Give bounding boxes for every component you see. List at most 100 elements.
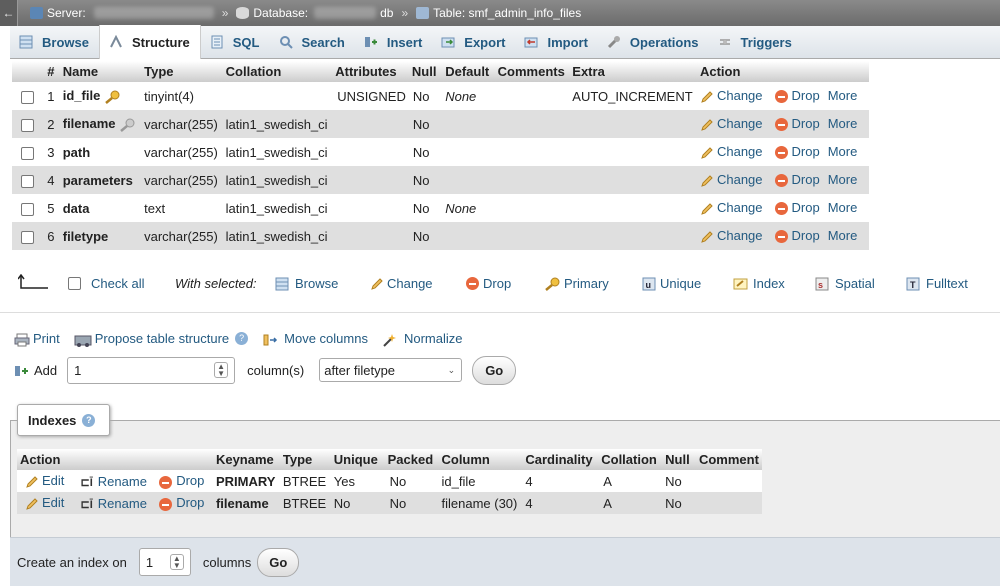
- rename-index-link[interactable]: ⊏Ī Rename: [81, 496, 147, 511]
- create-index-count-input[interactable]: 1 ▲ ▼: [138, 548, 191, 576]
- drop-link[interactable]: Drop: [774, 228, 820, 244]
- row-checkbox[interactable]: [21, 230, 34, 244]
- print-link[interactable]: Print: [14, 331, 60, 347]
- bulk-change-button[interactable]: Change: [370, 275, 433, 291]
- row-checkbox[interactable]: [21, 90, 34, 104]
- structure-tools: Print Propose table structure ? Move col…: [14, 331, 476, 347]
- pencil-icon: [370, 275, 387, 291]
- tab-export[interactable]: Export: [432, 26, 515, 59]
- normalize-link[interactable]: Normalize: [382, 331, 462, 347]
- drop-index-link[interactable]: Drop: [159, 473, 204, 489]
- insert-icon: [363, 34, 379, 50]
- breadcrumb-database[interactable]: Database: db: [236, 6, 393, 20]
- drop-link[interactable]: Drop: [774, 116, 820, 132]
- drop-link[interactable]: Drop: [774, 88, 820, 104]
- more-menu[interactable]: More: [828, 116, 858, 131]
- edit-index-link[interactable]: Edit: [20, 473, 64, 488]
- idx-header-unique: Unique: [330, 449, 385, 470]
- change-link[interactable]: Change: [700, 172, 763, 187]
- bulk-fulltext-button[interactable]: T Fulltext: [906, 275, 968, 291]
- row-checkbox[interactable]: [21, 202, 34, 216]
- svg-text:T: T: [910, 280, 916, 290]
- more-menu[interactable]: More: [828, 88, 858, 103]
- add-position-select[interactable]: after filetype ⌄: [319, 358, 463, 382]
- pencil-icon: [700, 200, 717, 215]
- more-menu[interactable]: More: [828, 200, 858, 215]
- move-columns-link[interactable]: Move columns: [262, 331, 368, 347]
- rename-index-link[interactable]: ⊏Ī Rename: [81, 474, 147, 489]
- drop-index-link[interactable]: Drop: [159, 495, 204, 511]
- help-icon[interactable]: ?: [235, 332, 249, 346]
- more-menu[interactable]: More: [828, 228, 858, 243]
- breadcrumb-table[interactable]: Table: smf_admin_info_files: [416, 6, 581, 20]
- tab-browse[interactable]: Browse: [10, 26, 99, 59]
- check-all-checkbox[interactable]: [68, 276, 81, 290]
- tab-search[interactable]: Search: [270, 26, 355, 59]
- breadcrumb-server[interactable]: Server:: [30, 6, 214, 20]
- more-menu[interactable]: More: [828, 172, 858, 187]
- drop-icon: [159, 475, 173, 489]
- bulk-index-button[interactable]: Index: [733, 275, 785, 291]
- row-checkbox[interactable]: [21, 146, 34, 160]
- create-index-label: Create an index on: [17, 554, 127, 570]
- field-name: path: [59, 138, 142, 166]
- index-null: No: [662, 492, 696, 514]
- field-name: filename: [59, 110, 142, 138]
- bulk-spatial-button[interactable]: s Spatial: [815, 275, 875, 291]
- triggers-icon: [717, 34, 733, 50]
- tab-structure[interactable]: Structure: [98, 25, 201, 59]
- server-icon: [30, 7, 43, 19]
- col-header-extra: Extra: [569, 61, 697, 82]
- tab-triggers[interactable]: Triggers: [709, 26, 802, 59]
- drop-link[interactable]: Drop: [774, 200, 820, 216]
- bulk-drop-button[interactable]: Drop: [466, 276, 511, 291]
- change-link[interactable]: Change: [700, 88, 763, 103]
- key-icon: [544, 275, 564, 291]
- change-link[interactable]: Change: [700, 116, 763, 131]
- row-checkbox[interactable]: [21, 174, 34, 188]
- tab-sql[interactable]: SQL: [201, 26, 270, 59]
- tab-import[interactable]: Import: [515, 26, 597, 59]
- tab-operations[interactable]: Operations: [598, 26, 709, 59]
- help-icon[interactable]: ?: [82, 413, 96, 427]
- database-suffix: db: [380, 6, 394, 20]
- stepper-icon[interactable]: ▲ ▼: [169, 554, 184, 570]
- more-menu[interactable]: More: [828, 144, 858, 159]
- field-default: [442, 110, 495, 138]
- field-comments: [494, 138, 570, 166]
- edit-index-link[interactable]: Edit: [20, 495, 64, 510]
- check-all[interactable]: Check all: [68, 276, 144, 291]
- structure-row: 2 filename varchar(255) latin1_swedish_ci No…: [12, 110, 869, 138]
- field-name: parameters: [59, 166, 142, 194]
- col-header-name[interactable]: Name: [59, 61, 142, 82]
- field-extra: [569, 166, 697, 194]
- index-unique: No: [330, 492, 385, 514]
- add-column-count-input[interactable]: 1 ▲ ▼: [67, 356, 236, 384]
- create-index-go-button[interactable]: Go: [257, 547, 300, 577]
- field-type: tinyint(4): [141, 82, 223, 110]
- change-link[interactable]: Change: [700, 144, 763, 159]
- structure-icon: [108, 34, 124, 50]
- check-all-label[interactable]: Check all: [91, 276, 144, 291]
- field-null: No: [408, 194, 443, 222]
- propose-icon: [74, 331, 95, 347]
- row-checkbox[interactable]: [21, 118, 34, 132]
- propose-structure-link[interactable]: Propose table structure ?: [74, 331, 249, 347]
- pencil-icon: [700, 228, 717, 243]
- change-link[interactable]: Change: [700, 200, 763, 215]
- bulk-primary-button[interactable]: Primary: [544, 275, 609, 291]
- field-type: varchar(255): [141, 110, 223, 138]
- add-columns-go-button[interactable]: Go: [472, 355, 517, 385]
- bulk-unique-button[interactable]: u Unique: [642, 275, 701, 291]
- primary-key-icon: [100, 88, 120, 104]
- drop-link[interactable]: Drop: [774, 172, 820, 188]
- back-arrow-icon[interactable]: ←: [0, 0, 18, 26]
- drop-link[interactable]: Drop: [774, 144, 820, 160]
- stepper-icon[interactable]: ▲ ▼: [214, 362, 229, 378]
- structure-row: 4 parameters varchar(255) latin1_swedish_ci…: [12, 166, 869, 194]
- tab-insert[interactable]: Insert: [355, 26, 432, 59]
- browse-icon: [275, 275, 295, 291]
- bulk-browse-button[interactable]: Browse: [275, 275, 338, 291]
- change-link[interactable]: Change: [700, 228, 763, 243]
- create-columns-label: columns: [202, 554, 252, 570]
